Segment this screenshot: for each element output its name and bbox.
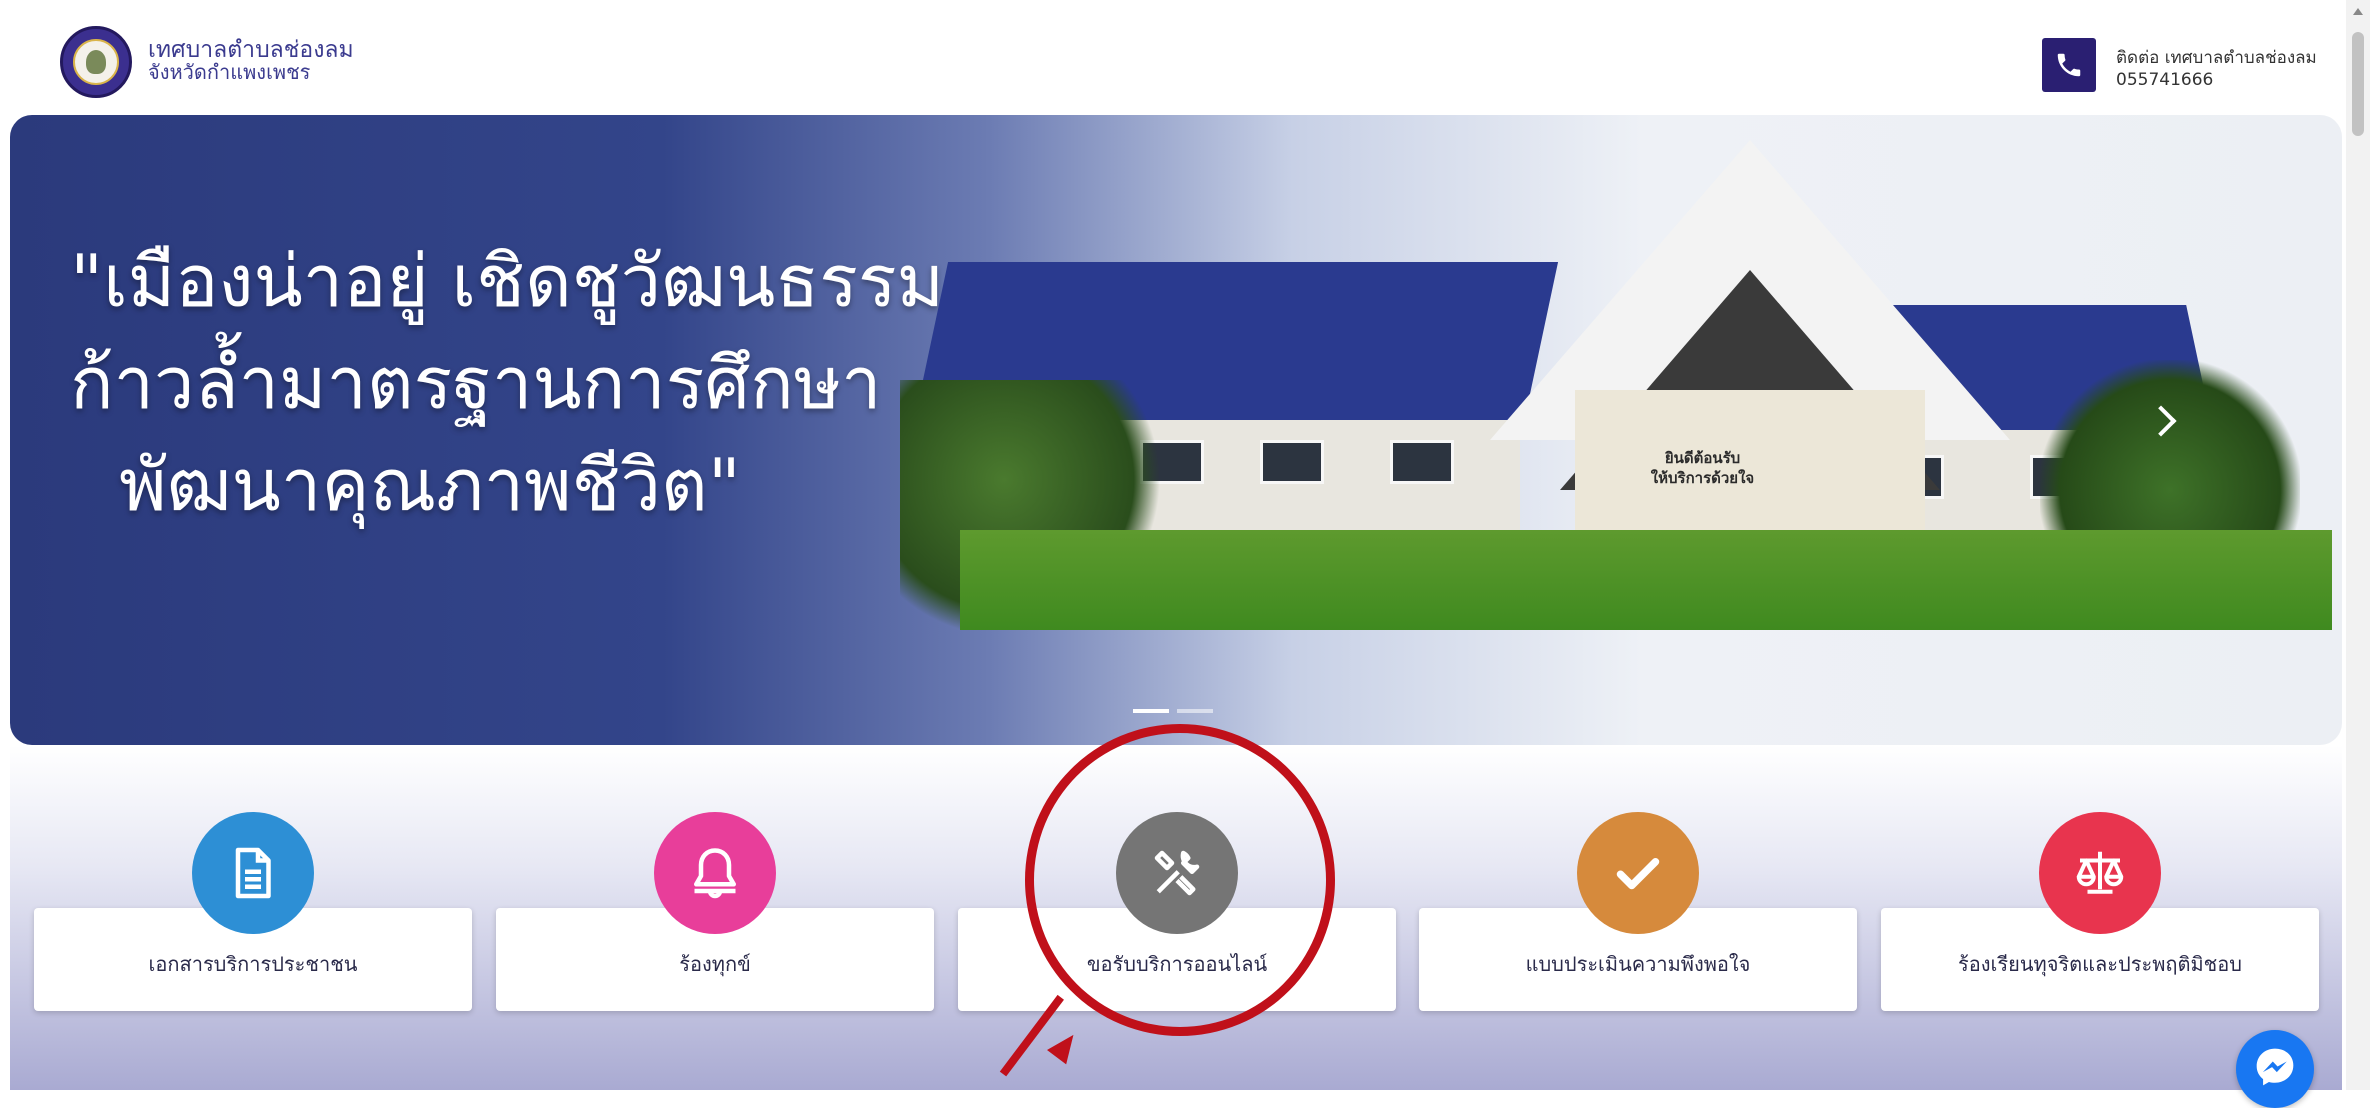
site-header: เทศบาลตำบลช่องลม จังหวัดกำแพงเพชร ติดต่อ… <box>0 0 2346 115</box>
service-label[interactable]: แบบประเมินความพึงพอใจ <box>1419 948 1857 980</box>
check-icon[interactable] <box>1577 812 1699 934</box>
building-sign-line: ยินดีต้อนรับ <box>1664 449 1741 467</box>
hero-quote-line: ก้าวล้ำมาตรฐานการศึกษา <box>70 341 882 425</box>
hero-quote-line: พัฒนาคุณภาพชีวิต" <box>119 443 741 527</box>
phone-icon <box>2057 53 2081 77</box>
messenger-icon <box>2256 1048 2294 1086</box>
highlight-circle <box>1025 724 1335 1036</box>
document-icon[interactable] <box>192 812 314 934</box>
bell-icon[interactable] <box>654 812 776 934</box>
municipality-logo[interactable] <box>60 26 132 98</box>
carousel-dot[interactable] <box>1133 709 1169 713</box>
hero-quote: "เมืองน่าอยู่ เชิดชูวัฒนธรรม ก้าวล้ำมาตร… <box>70 230 945 536</box>
carousel-indicators <box>1133 709 1213 713</box>
logo-emblem-icon <box>86 50 106 74</box>
carousel-dot[interactable] <box>1177 709 1213 713</box>
org-province: จังหวัดกำแพงเพชร <box>148 60 311 84</box>
building-sign: ยินดีต้อนรับ ให้บริการด้วยใจ <box>1600 448 1805 508</box>
messenger-chat-button[interactable] <box>2236 1030 2314 1108</box>
service-label[interactable]: ร้องทุกข์ <box>496 948 934 980</box>
org-name[interactable]: เทศบาลตำบลช่องลม <box>148 38 354 62</box>
scroll-up-icon[interactable] <box>2353 8 2363 15</box>
building-sign-line: ให้บริการด้วยใจ <box>1650 469 1755 487</box>
building-window <box>1390 440 1454 484</box>
contact-phone[interactable]: 055741666 <box>2116 70 2213 90</box>
phone-button[interactable] <box>2042 38 2096 92</box>
service-label[interactable]: ร้องเรียนทุจริตและประพฤติมิชอบ <box>1881 948 2319 980</box>
page-scrollbar[interactable] <box>2346 0 2370 1090</box>
hero-quote-line: "เมืองน่าอยู่ เชิดชูวัฒนธรรม <box>70 239 945 323</box>
scroll-thumb[interactable] <box>2352 32 2364 136</box>
service-label[interactable]: เอกสารบริการประชาชน <box>34 948 472 980</box>
lawn <box>960 530 2332 630</box>
contact-label: ติดต่อ เทศบาลตำบลช่องลม <box>2116 48 2317 68</box>
scales-icon[interactable] <box>2039 812 2161 934</box>
logo-seal <box>73 39 119 85</box>
building-window <box>1260 440 1324 484</box>
